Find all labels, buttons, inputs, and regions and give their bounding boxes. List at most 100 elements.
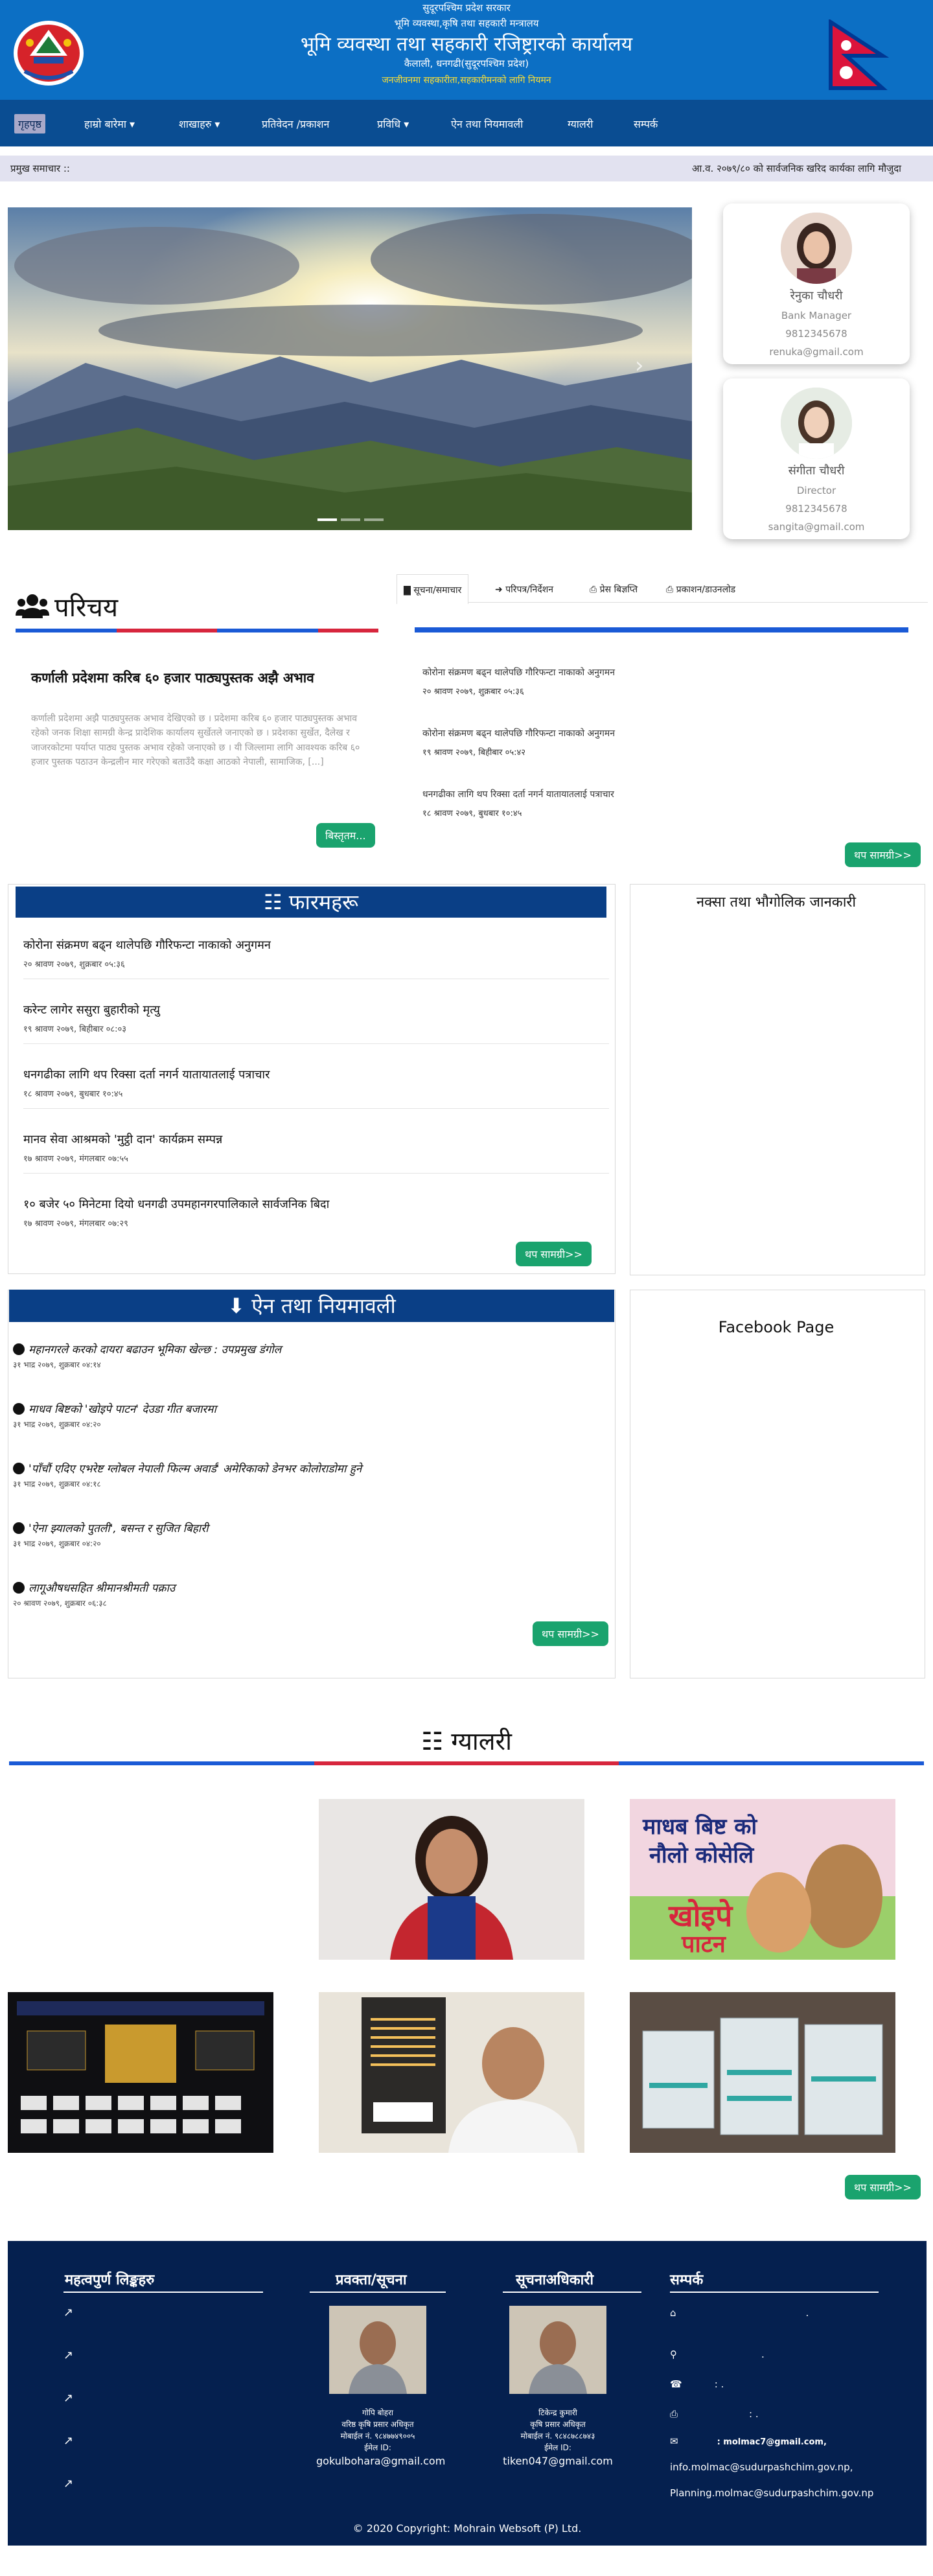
list-item[interactable]: 'पाँचौं एदिए एभरेष्ट ग्लोबल नेपाली फिल्म… — [13, 1461, 362, 1489]
external-link-icon[interactable]: ↗ — [63, 2349, 73, 2362]
person-email[interactable]: gokulbohara@gmail.com — [316, 2455, 445, 2467]
gallery-title-text: ग्यालरी — [451, 1727, 512, 1756]
external-link-icon[interactable]: ↗ — [63, 2391, 73, 2405]
list-item[interactable]: लागूऔषधसहित श्रीमानश्रीमती पक्राउ २० श्र… — [13, 1580, 175, 1608]
intro-section-title: परिचय — [16, 588, 118, 625]
gallery-image[interactable] — [319, 1992, 584, 2153]
more-button[interactable]: थप सामग्री>> — [516, 1242, 592, 1266]
image-slider[interactable]: › — [8, 207, 692, 530]
form-title: मानव सेवा आश्रमको 'मुट्ठी दान' कार्यक्रम… — [23, 1133, 223, 1146]
tab-press-release[interactable]: ⎙ प्रेस बिज्ञप्ति — [584, 581, 643, 598]
news-date: १९ श्रावण २०७९, बिहीबार ०५:४२ — [422, 748, 526, 758]
intro-headline[interactable]: कर्णाली प्रदेशमा करिब ६० हजार पाठ्यपुस्त… — [31, 669, 368, 687]
tab-label: सूचना/समाचार — [413, 585, 462, 596]
form-title: कोरोना संक्रमण बढ्न थालेपछि गौरिफन्टा ना… — [23, 938, 271, 952]
news-title: धनगढीका लागि थप रिक्सा दर्ता नगर्न याताय… — [422, 789, 614, 800]
profile-phone: 9812345678 — [785, 328, 847, 340]
envelope-icon: ✉ — [670, 2435, 678, 2447]
tab-notices[interactable]: ▇ सूचना/समाचार — [397, 574, 469, 604]
tab-label: प्रकाशन/डाउनलोड — [676, 585, 736, 595]
home-icon: ⌂ — [670, 2307, 676, 2319]
nav-acts[interactable]: ऐन तथा नियमावली — [447, 114, 527, 133]
nav-contact[interactable]: सम्पर्क — [630, 114, 662, 133]
form-date: १९ श्रावण २०७९, बिहीबार ०८:०३ — [23, 1025, 127, 1034]
contact-email-link[interactable]: info.molmac@sudurpashchim.gov.np, — [670, 2461, 853, 2473]
list-icon: ☷ — [421, 1727, 452, 1756]
person-email[interactable]: tiken047@gmail.com — [503, 2455, 613, 2467]
tab-circulars[interactable]: ➜ परिपत्र/निर्देशन — [490, 581, 559, 598]
nav-branches[interactable]: शाखाहरु ▾ — [175, 114, 224, 133]
slider-indicator[interactable] — [341, 518, 360, 521]
divider — [670, 2292, 879, 2293]
list-item[interactable]: १० बजेर ५० मिनेटमा दियो धनगढी उपमहानगरपा… — [23, 1196, 329, 1229]
nav-gallery[interactable]: ग्यालरी — [564, 114, 597, 133]
contact-email-link[interactable]: Planning.molmac@sudurpashchim.gov.np — [670, 2487, 873, 2499]
person-name: गोपि बोहरा — [362, 2408, 393, 2417]
map-title: नक्सा तथा भौगोलिक जानकारी — [696, 894, 857, 911]
profile-card: संगीता चौधरी Director 9812345678 sangita… — [723, 378, 910, 539]
gallery-image[interactable] — [8, 1992, 273, 2153]
external-link-icon[interactable]: ↗ — [63, 2477, 73, 2490]
ticker-news-link[interactable]: आ.व. २०७९/८० को सार्वजनिक खरिद कार्यका ल… — [692, 162, 901, 175]
nav-home[interactable]: गृहपृष्ठ — [14, 114, 46, 133]
nav-reports[interactable]: प्रतिवेदन /प्रकाशन — [258, 114, 333, 133]
nav-about[interactable]: हाम्रो बारेमा ▾ — [80, 114, 139, 133]
read-more-button[interactable]: बिस्तृतम... — [316, 823, 375, 848]
spokesperson-info: गोपि बोहरा वरिष्ठ कृषि प्रसार अधिकृत मोब… — [316, 2407, 445, 2469]
form-date: २० श्रावण २०७९, शुक्रबार ०५:३६ — [23, 960, 125, 969]
person-post: कृषि प्रसार अधिकृत — [530, 2420, 586, 2429]
contact-text: . — [805, 2307, 809, 2319]
slide-landscape-image — [8, 207, 692, 530]
list-item[interactable]: धनगढीका लागि थप रिक्सा दर्ता नगर्न याताय… — [422, 788, 614, 818]
forms-section-title: ☷ फारमहरू — [16, 887, 606, 918]
list-item[interactable]: धनगढीका लागि थप रिक्सा दर्ता नगर्न याताय… — [23, 1067, 609, 1109]
header-location: कैलाली, धनगढी(सुदूरपश्चिम प्रदेश) — [404, 58, 529, 69]
header-ministry: भूमि व्यवस्था,कृषि तथा सहकारी मन्त्रालय — [394, 17, 539, 29]
fax-icon: ⎙ — [670, 2408, 678, 2420]
site-header: सुदूरपश्चिम प्रदेश सरकार भूमि व्यवस्था,क… — [0, 0, 933, 100]
news-date: १८ श्रावण २०७९, बुधबार १०:४५ — [422, 809, 522, 818]
list-item[interactable]: 'ऐना झ्यालको पुतली', बसन्त र सुजित बिहार… — [13, 1520, 209, 1549]
news-ticker: प्रमुख समाचार :: आ.व. २०७९/८० को सार्वजन… — [0, 156, 933, 181]
gallery-image[interactable]: माधब बिष्ट को नौलो कोसेलि खोइपे पाटन — [630, 1799, 895, 1960]
bullet-icon — [13, 1522, 25, 1534]
map-marker-icon: ⚲ — [670, 2349, 677, 2360]
tab-downloads[interactable]: ⎙ प्रकाशन/डाउनलोड — [661, 581, 741, 598]
main-navbar: गृहपृष्ठ हाम्रो बारेमा ▾ शाखाहरु ▾ प्रति… — [0, 100, 933, 146]
slider-indicator[interactable] — [364, 518, 384, 521]
profile-email: renuka@gmail.com — [769, 346, 864, 358]
gallery-image[interactable] — [630, 1992, 895, 2153]
form-title: १० बजेर ५० मिनेटमा दियो धनगढी उपमहानगरपा… — [23, 1198, 330, 1211]
list-item[interactable]: कोरोना संक्रमण बढ्न थालेपछि गौरिफन्टा ना… — [23, 937, 609, 979]
chevron-right-icon[interactable]: › — [635, 353, 644, 378]
list-item[interactable]: महानगरले करको दायरा बढाउन भूमिका खेल्छ :… — [13, 1341, 281, 1370]
more-button[interactable]: थप सामग्री>> — [845, 2175, 921, 2199]
nav-technology[interactable]: प्रविधि ▾ — [373, 114, 413, 133]
profile-name: संगीता चौधरी — [788, 464, 845, 478]
slider-indicator[interactable] — [317, 518, 337, 521]
phone-icon: ☎ — [670, 2378, 682, 2390]
list-item[interactable]: माधव बिष्टको 'खोइपे पाटन' देउडा गीत बजार… — [13, 1401, 216, 1430]
copyright-text: © 2020 Copyright: Mohrain Websoft (P) Lt… — [352, 2522, 582, 2535]
intro-body: कर्णाली प्रदेशमा अझै पाठ्यपुस्तक अभाव दे… — [31, 714, 360, 768]
list-item[interactable]: कोरोना संक्रमण बढ्न थालेपछि गौरिफन्टा ना… — [422, 666, 615, 697]
gallery-image[interactable] — [319, 1799, 584, 1960]
law-date: ३१ भाद्र २०७९, शुक्रबार ०४:१८ — [13, 1479, 101, 1489]
contact-phone: ☎: . — [670, 2378, 724, 2390]
divider — [503, 2292, 641, 2293]
list-item[interactable]: करेन्ट लागेर ससुरा बुहारीको मृत्यु १९ श्… — [23, 1002, 609, 1044]
bullet-icon — [13, 1403, 25, 1415]
law-title: लागूऔषधसहित श्रीमानश्रीमती पक्राउ — [29, 1582, 176, 1595]
list-item[interactable]: मानव सेवा आश्रमको 'मुट्ठी दान' कार्यक्रम… — [23, 1131, 609, 1174]
bullet-icon — [13, 1582, 25, 1594]
form-title: करेन्ट लागेर ससुरा बुहारीको मृत्यु — [23, 1003, 160, 1017]
external-link-icon[interactable]: ↗ — [63, 2434, 73, 2448]
contact-fax: ⎙: . — [670, 2408, 759, 2420]
more-button[interactable]: थप सामग्री>> — [533, 1621, 608, 1646]
contact-email-link[interactable]: : molmac7@gmail.com, — [717, 2437, 827, 2447]
list-item[interactable]: कोरोना संक्रमण बढ्न थालेपछि गौरिफन्टा ना… — [422, 727, 615, 758]
email-label: ईमेल ID: — [544, 2443, 571, 2452]
external-link-icon[interactable]: ↗ — [63, 2306, 73, 2319]
news-title: कोरोना संक्रमण बढ्न थालेपछि गौरिफन्टा ना… — [422, 728, 616, 739]
more-button[interactable]: थप सामग्री>> — [845, 842, 921, 867]
